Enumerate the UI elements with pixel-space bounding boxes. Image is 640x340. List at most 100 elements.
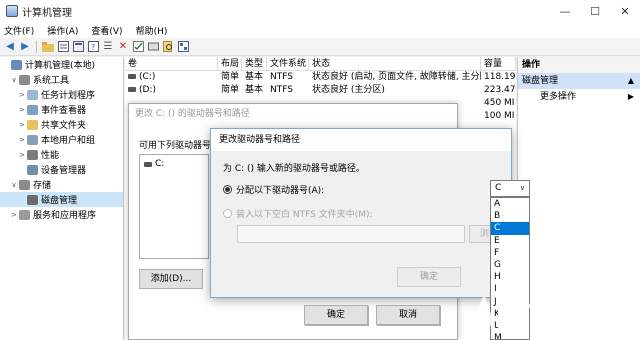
drive-letter-option[interactable]: H: [491, 271, 529, 283]
forward-icon[interactable]: ▶: [19, 41, 31, 53]
tree-item[interactable]: > 性能: [0, 147, 123, 162]
table-cell: 状态良好 (启动, 页面文件, 故障转储, 主分区): [312, 72, 481, 82]
disk-icon[interactable]: [147, 41, 159, 53]
chevron-down-icon[interactable]: ∨: [520, 181, 525, 196]
mount-folder-label: 装入以下空白 NTFS 文件夹中(M):: [236, 210, 373, 220]
folder-path-input[interactable]: [237, 225, 465, 243]
maximize-button[interactable]: ☐: [580, 0, 610, 22]
drive-letter-option[interactable]: E: [491, 235, 529, 247]
column-header-filesystem[interactable]: 文件系统: [267, 57, 309, 70]
column-header-layout[interactable]: 布局: [218, 57, 242, 70]
computer-icon: [11, 59, 22, 70]
table-cell: 118.19: [484, 72, 516, 82]
drive-path-list[interactable]: C:: [139, 154, 209, 259]
menu-action[interactable]: 操作(A): [47, 24, 78, 37]
actions-section-disk-management[interactable]: 磁盘管理 ▲: [518, 73, 640, 89]
expand-arrow-icon[interactable]: >: [18, 121, 26, 129]
column-header-volume[interactable]: 卷: [125, 57, 218, 70]
drive-letter-option[interactable]: B: [491, 210, 529, 222]
volume-name: (D:): [139, 85, 156, 95]
tree-item-label: 计算机管理(本地): [25, 61, 96, 71]
change-drive-letter-path-dialog: 更改驱动器号和路径 为 C: () 输入新的驱动器号或路径。 分配以下驱动器号(…: [210, 128, 512, 298]
title-bar: 计算机管理 — ☐ ✕: [0, 0, 640, 22]
export-icon[interactable]: [177, 41, 189, 53]
assign-letter-option[interactable]: 分配以下驱动器号(A):: [223, 183, 324, 196]
connect-icon[interactable]: ☰: [102, 41, 114, 53]
drive-letter-option[interactable]: C: [491, 222, 529, 235]
table-cell: NTFS: [270, 72, 293, 82]
dialog-body: 为 C: () 输入新的驱动器号或路径。 分配以下驱动器号(A): 装入以下空白…: [211, 151, 511, 299]
tree-item[interactable]: ∨ 系统工具: [0, 72, 123, 87]
tree-item[interactable]: > 本地用户和组: [0, 132, 123, 147]
drive-letter-option[interactable]: A: [491, 198, 529, 210]
search-icon[interactable]: [162, 41, 174, 53]
table-cell: 状态良好 (主分区): [312, 85, 385, 95]
close-button[interactable]: ✕: [610, 0, 640, 22]
volume-icon: [128, 74, 136, 79]
column-header-capacity[interactable]: 容量: [481, 57, 516, 70]
drive-letter-select[interactable]: C ∨: [490, 180, 530, 197]
mount-folder-option[interactable]: 装入以下空白 NTFS 文件夹中(M):: [223, 207, 373, 220]
back-icon[interactable]: ◀: [4, 41, 16, 53]
disk-management-icon: [27, 194, 38, 205]
tree-item-label: 设备管理器: [41, 166, 87, 176]
tree-item[interactable]: > 共享文件夹: [0, 117, 123, 132]
expand-arrow-icon[interactable]: >: [18, 91, 26, 99]
tree-item[interactable]: ∨ 存储: [0, 177, 123, 192]
collapse-arrow-icon[interactable]: ∨: [10, 181, 18, 189]
menu-view[interactable]: 查看(V): [91, 24, 122, 37]
expand-arrow-icon[interactable]: >: [10, 211, 18, 219]
svg-text:?: ?: [91, 43, 95, 52]
table-cell: 450 MI: [484, 98, 515, 108]
check-icon[interactable]: [132, 41, 144, 53]
performance-icon: [27, 149, 38, 160]
collapse-arrow-icon[interactable]: ∨: [10, 76, 18, 84]
expand-arrow-icon[interactable]: >: [18, 106, 26, 114]
tree-item[interactable]: 磁盘管理: [0, 192, 123, 207]
drive-letter-option[interactable]: F: [491, 247, 529, 259]
list-item[interactable]: C:: [140, 155, 208, 169]
services-icon: [19, 209, 30, 220]
tree-item-label: 任务计划程序: [41, 91, 96, 101]
expand-arrow-icon[interactable]: >: [18, 136, 26, 144]
inner-ok-button[interactable]: 确定: [397, 267, 461, 287]
column-header-status[interactable]: 状态: [309, 57, 481, 70]
properties-icon[interactable]: [72, 41, 84, 53]
expand-arrow-icon[interactable]: >: [18, 151, 26, 159]
radio-unselected[interactable]: [223, 209, 232, 218]
menu-file[interactable]: 文件(F): [4, 24, 34, 37]
dialog-prompt: 为 C: () 输入新的驱动器号或路径。: [223, 164, 365, 174]
tree-item-label: 存储: [33, 181, 52, 191]
list-item-label: C:: [155, 159, 165, 169]
table-row[interactable]: (C:) 简单 基本 NTFS 状态良好 (启动, 页面文件, 故障转储, 主分区) 11…: [125, 71, 516, 84]
tree-item[interactable]: > 任务计划程序: [0, 87, 123, 102]
drive-letter-option[interactable]: G: [491, 259, 529, 271]
radio-selected[interactable]: [223, 185, 232, 194]
table-cell: 简单: [221, 72, 240, 82]
menu-help[interactable]: 帮助(H): [136, 24, 168, 37]
tree-item[interactable]: > 服务和应用程序: [0, 207, 123, 222]
folder-icon[interactable]: [42, 41, 54, 53]
tree-item[interactable]: 设备管理器: [0, 162, 123, 177]
navigation-tree: 计算机管理(本地) ∨ 系统工具 > 任务计划程序 > 事件查看器 > 共享文件夹 > 本地用户和组…: [0, 57, 124, 340]
list-icon[interactable]: [57, 41, 69, 53]
dialog-ok-button[interactable]: 确定: [304, 305, 368, 325]
tree-item[interactable]: > 事件查看器: [0, 102, 123, 117]
shared-folder-icon: [27, 119, 38, 130]
tree-item-label: 磁盘管理: [41, 196, 78, 206]
more-actions-item[interactable]: 更多操作 ▶: [518, 89, 640, 105]
delete-icon[interactable]: ✕: [117, 41, 129, 53]
window-controls: — ☐ ✕: [550, 0, 640, 22]
help-icon[interactable]: ?: [87, 41, 99, 53]
table-row[interactable]: (D:) 简单 基本 NTFS 状态良好 (主分区) 223.47: [125, 84, 516, 97]
tree-item-label: 系统工具: [33, 76, 70, 86]
table-header: 卷 布局 类型 文件系统 状态 容量: [125, 57, 516, 71]
minimize-button[interactable]: —: [550, 0, 580, 22]
volume-icon: [128, 87, 136, 92]
tree-item[interactable]: 计算机管理(本地): [0, 57, 123, 72]
dialog-cancel-button[interactable]: 取消: [376, 305, 440, 325]
collapse-arrow-icon[interactable]: ▲: [628, 73, 634, 89]
add-button[interactable]: 添加(D)...: [139, 269, 203, 289]
column-header-type[interactable]: 类型: [242, 57, 267, 70]
table-cell: NTFS: [270, 85, 293, 95]
